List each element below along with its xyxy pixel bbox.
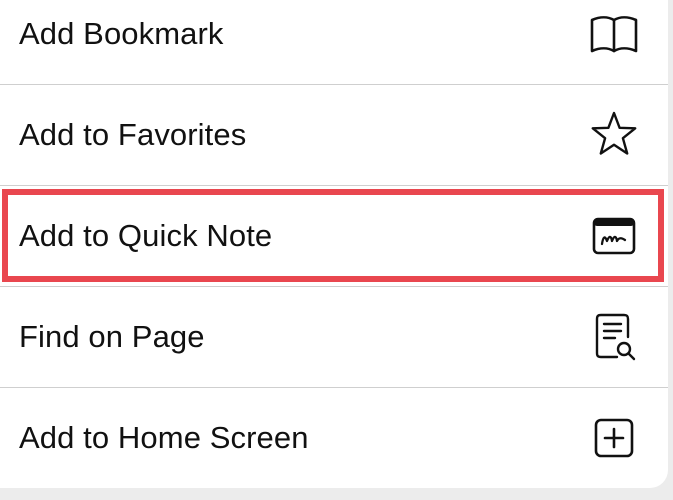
menu-item-find-on-page[interactable]: Find on Page [0,287,668,387]
book-icon [588,8,640,60]
quick-note-icon [588,210,640,262]
find-on-page-icon [588,311,640,363]
menu-item-label: Add to Home Screen [19,420,309,455]
menu-item-label: Find on Page [19,319,205,354]
share-menu: Add Bookmark Add to Favorites Add to Qui… [0,0,668,488]
menu-item-add-to-favorites[interactable]: Add to Favorites [0,85,668,185]
menu-item-label: Add to Quick Note [19,218,273,253]
menu-item-label: Add to Favorites [19,117,247,152]
star-icon [588,109,640,161]
add-square-icon [588,412,640,464]
menu-item-add-bookmark[interactable]: Add Bookmark [0,0,668,84]
menu-item-label: Add Bookmark [19,16,224,51]
menu-item-add-to-quick-note[interactable]: Add to Quick Note [0,186,668,286]
menu-item-add-to-home-screen[interactable]: Add to Home Screen [0,388,668,488]
